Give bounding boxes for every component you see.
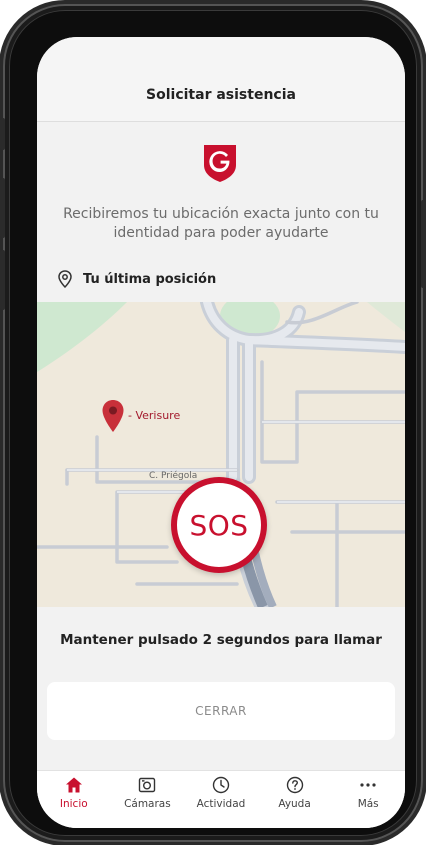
sos-button[interactable]: SOS xyxy=(171,477,267,573)
close-button[interactable]: CERRAR xyxy=(47,682,395,740)
tab-inicio[interactable]: Inicio xyxy=(39,775,109,810)
verisure-shield-logo xyxy=(204,145,236,182)
help-icon xyxy=(286,776,303,794)
home-icon xyxy=(65,777,82,793)
last-position-label: Tu última posición xyxy=(83,271,217,287)
last-position-row: Tu última posición xyxy=(57,269,216,289)
page-title: Solicitar asistencia xyxy=(146,87,296,103)
more-icon xyxy=(360,783,376,787)
tab-label: Inicio xyxy=(59,798,88,810)
tab-actividad[interactable]: Actividad xyxy=(186,775,256,810)
location-pin-icon xyxy=(58,270,72,288)
bottom-tab-bar: Inicio Cámaras Actividad Ayuda Más xyxy=(37,770,405,828)
tab-ayuda[interactable]: Ayuda xyxy=(260,775,330,810)
map-marker-icon[interactable] xyxy=(101,399,125,433)
app-screen: Solicitar asistencia Recibiremos tu ubic… xyxy=(37,37,405,828)
tab-label: Más xyxy=(357,798,379,810)
tab-camaras[interactable]: Cámaras xyxy=(112,775,182,810)
map-street-label: C. Priégola xyxy=(149,471,198,481)
camera-icon xyxy=(139,777,156,793)
side-button xyxy=(0,178,5,238)
description-text: Recibiremos tu ubicación exacta junto co… xyxy=(63,206,379,241)
map-marker-label: - Verisure xyxy=(128,409,181,422)
tab-label: Ayuda xyxy=(278,798,311,810)
clock-icon xyxy=(212,776,230,794)
location-map[interactable]: - Verisure C. Priégola SOS xyxy=(37,302,405,607)
side-button xyxy=(0,118,5,150)
header: Solicitar asistencia xyxy=(37,37,405,122)
side-button xyxy=(421,200,426,288)
tab-mas[interactable]: Más xyxy=(333,775,403,810)
side-button xyxy=(0,250,5,310)
tab-label: Actividad xyxy=(196,798,246,810)
tab-label: Cámaras xyxy=(124,798,171,810)
hold-instruction: Mantener pulsado 2 segundos para llamar xyxy=(60,632,382,648)
